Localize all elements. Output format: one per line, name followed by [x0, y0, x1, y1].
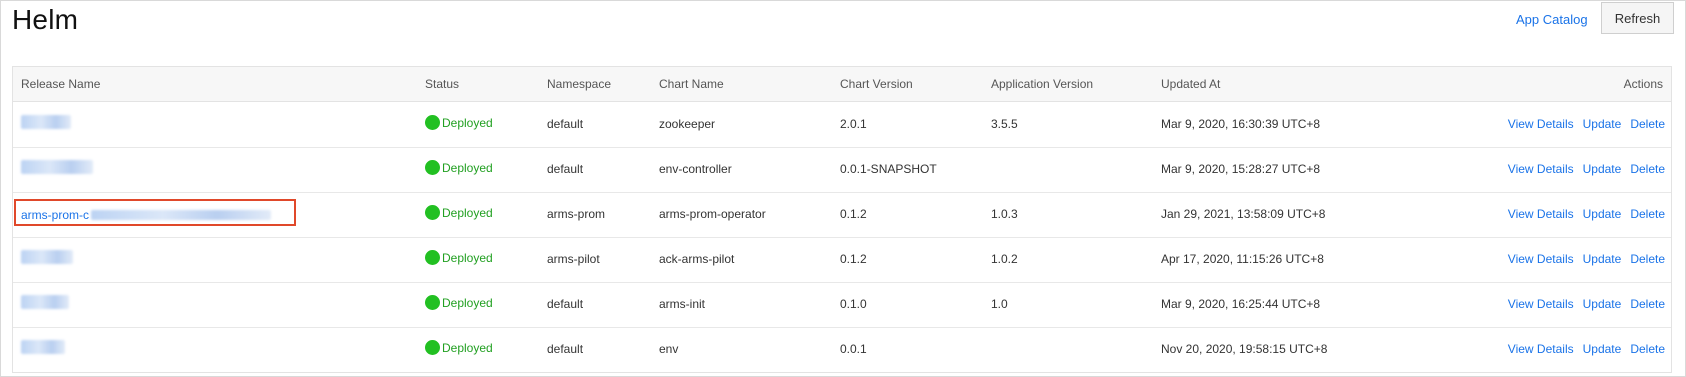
header-namespace: Namespace	[547, 77, 612, 91]
view-details-link[interactable]: View Details	[1508, 297, 1574, 311]
delete-link[interactable]: Delete	[1630, 342, 1665, 356]
update-link[interactable]: Update	[1583, 297, 1622, 311]
delete-link[interactable]: Delete	[1630, 207, 1665, 221]
page-title: Helm	[12, 4, 79, 35]
updated-at-cell: Jan 29, 2021, 13:58:09 UTC+8	[1161, 207, 1326, 221]
update-link[interactable]: Update	[1583, 342, 1622, 356]
release-name-link[interactable]	[21, 248, 73, 264]
view-details-link[interactable]: View Details	[1508, 207, 1574, 221]
releases-table: Release Name Status Namespace Chart Name…	[12, 66, 1672, 373]
app-version-cell: 1.0	[991, 297, 1008, 311]
release-name-link[interactable]: arms-prom-c	[21, 207, 271, 222]
namespace-cell: default	[547, 117, 584, 131]
chart-name-cell: arms-init	[659, 297, 706, 311]
view-details-link[interactable]: View Details	[1508, 162, 1574, 176]
header-app-version: Application Version	[991, 77, 1094, 91]
chart-name-cell: zookeeper	[659, 117, 716, 131]
chart-version-cell: 0.1.2	[840, 252, 867, 266]
chart-version-cell: 0.0.1-SNAPSHOT	[840, 162, 937, 176]
app-version-cell: 1.0.3	[991, 207, 1018, 221]
status-badge: Deployed	[425, 295, 493, 311]
header-status: Status	[425, 77, 460, 91]
release-name-link[interactable]	[21, 158, 93, 174]
header-chart-version: Chart Version	[840, 77, 913, 91]
chart-name-cell: ack-arms-pilot	[659, 252, 735, 266]
table-row: Deployed arms-pilot ack-arms-pilot 0.1.2…	[13, 237, 1671, 283]
delete-link[interactable]: Delete	[1630, 162, 1665, 176]
row-actions: View Details Update Delete	[1499, 162, 1665, 176]
status-dot-icon	[425, 160, 440, 176]
app-catalog-link[interactable]: App Catalog	[1516, 12, 1588, 27]
table-row: Deployed default env 0.0.1 Nov 20, 2020,…	[13, 327, 1671, 372]
status-badge: Deployed	[425, 340, 493, 356]
row-actions: View Details Update Delete	[1499, 297, 1665, 311]
header-actions: Actions	[1623, 77, 1663, 91]
row-actions: View Details Update Delete	[1499, 207, 1665, 221]
delete-link[interactable]: Delete	[1630, 297, 1665, 311]
updated-at-cell: Mar 9, 2020, 16:25:44 UTC+8	[1161, 297, 1321, 311]
chart-name-cell: env-controller	[659, 162, 732, 176]
table-row: Deployed default arms-init 0.1.0 1.0 Mar…	[13, 282, 1671, 328]
status-badge: Deployed	[425, 205, 493, 221]
view-details-link[interactable]: View Details	[1508, 252, 1574, 266]
header-chart-name: Chart Name	[659, 77, 724, 91]
status-dot-icon	[425, 115, 440, 131]
table-header: Release Name Status Namespace Chart Name…	[13, 67, 1671, 102]
chart-version-cell: 0.1.2	[840, 207, 867, 221]
row-actions: View Details Update Delete	[1499, 342, 1665, 356]
row-actions: View Details Update Delete	[1499, 117, 1665, 131]
chart-name-cell: env	[659, 342, 679, 356]
status-dot-icon	[425, 295, 440, 311]
table-row: arms-prom-c Deployed arms-prom arms-prom…	[13, 192, 1671, 238]
release-name-link[interactable]	[21, 338, 65, 354]
chart-version-cell: 2.0.1	[840, 117, 867, 131]
update-link[interactable]: Update	[1583, 162, 1622, 176]
updated-at-cell: Mar 9, 2020, 15:28:27 UTC+8	[1161, 162, 1321, 176]
updated-at-cell: Nov 20, 2020, 19:58:15 UTC+8	[1161, 342, 1328, 356]
release-name-link[interactable]	[21, 113, 71, 129]
status-badge: Deployed	[425, 160, 493, 176]
status-dot-icon	[425, 340, 440, 356]
namespace-cell: default	[547, 342, 584, 356]
view-details-link[interactable]: View Details	[1508, 342, 1574, 356]
namespace-cell: arms-pilot	[547, 252, 600, 266]
update-link[interactable]: Update	[1583, 207, 1622, 221]
refresh-button[interactable]: Refresh	[1601, 2, 1674, 34]
updated-at-cell: Mar 9, 2020, 16:30:39 UTC+8	[1161, 117, 1321, 131]
table-row: Deployed default zookeeper 2.0.1 3.5.5 M…	[13, 102, 1671, 148]
updated-at-cell: Apr 17, 2020, 11:15:26 UTC+8	[1161, 252, 1324, 266]
delete-link[interactable]: Delete	[1630, 252, 1665, 266]
namespace-cell: arms-prom	[547, 207, 606, 221]
row-actions: View Details Update Delete	[1499, 252, 1665, 266]
chart-version-cell: 0.0.1	[840, 342, 867, 356]
chart-version-cell: 0.1.0	[840, 297, 867, 311]
delete-link[interactable]: Delete	[1630, 117, 1665, 131]
status-dot-icon	[425, 205, 440, 221]
chart-name-cell: arms-prom-operator	[659, 207, 766, 221]
release-name-link[interactable]	[21, 293, 69, 309]
table-row: Deployed default env-controller 0.0.1-SN…	[13, 147, 1671, 193]
header-updated-at: Updated At	[1161, 77, 1221, 91]
status-dot-icon	[425, 250, 440, 266]
update-link[interactable]: Update	[1583, 252, 1622, 266]
header-release-name: Release Name	[21, 77, 101, 91]
app-version-cell: 1.0.2	[991, 252, 1018, 266]
namespace-cell: default	[547, 297, 584, 311]
app-version-cell: 3.5.5	[991, 117, 1018, 131]
status-badge: Deployed	[425, 250, 493, 266]
status-badge: Deployed	[425, 115, 493, 131]
namespace-cell: default	[547, 162, 584, 176]
view-details-link[interactable]: View Details	[1508, 117, 1574, 131]
update-link[interactable]: Update	[1583, 117, 1622, 131]
